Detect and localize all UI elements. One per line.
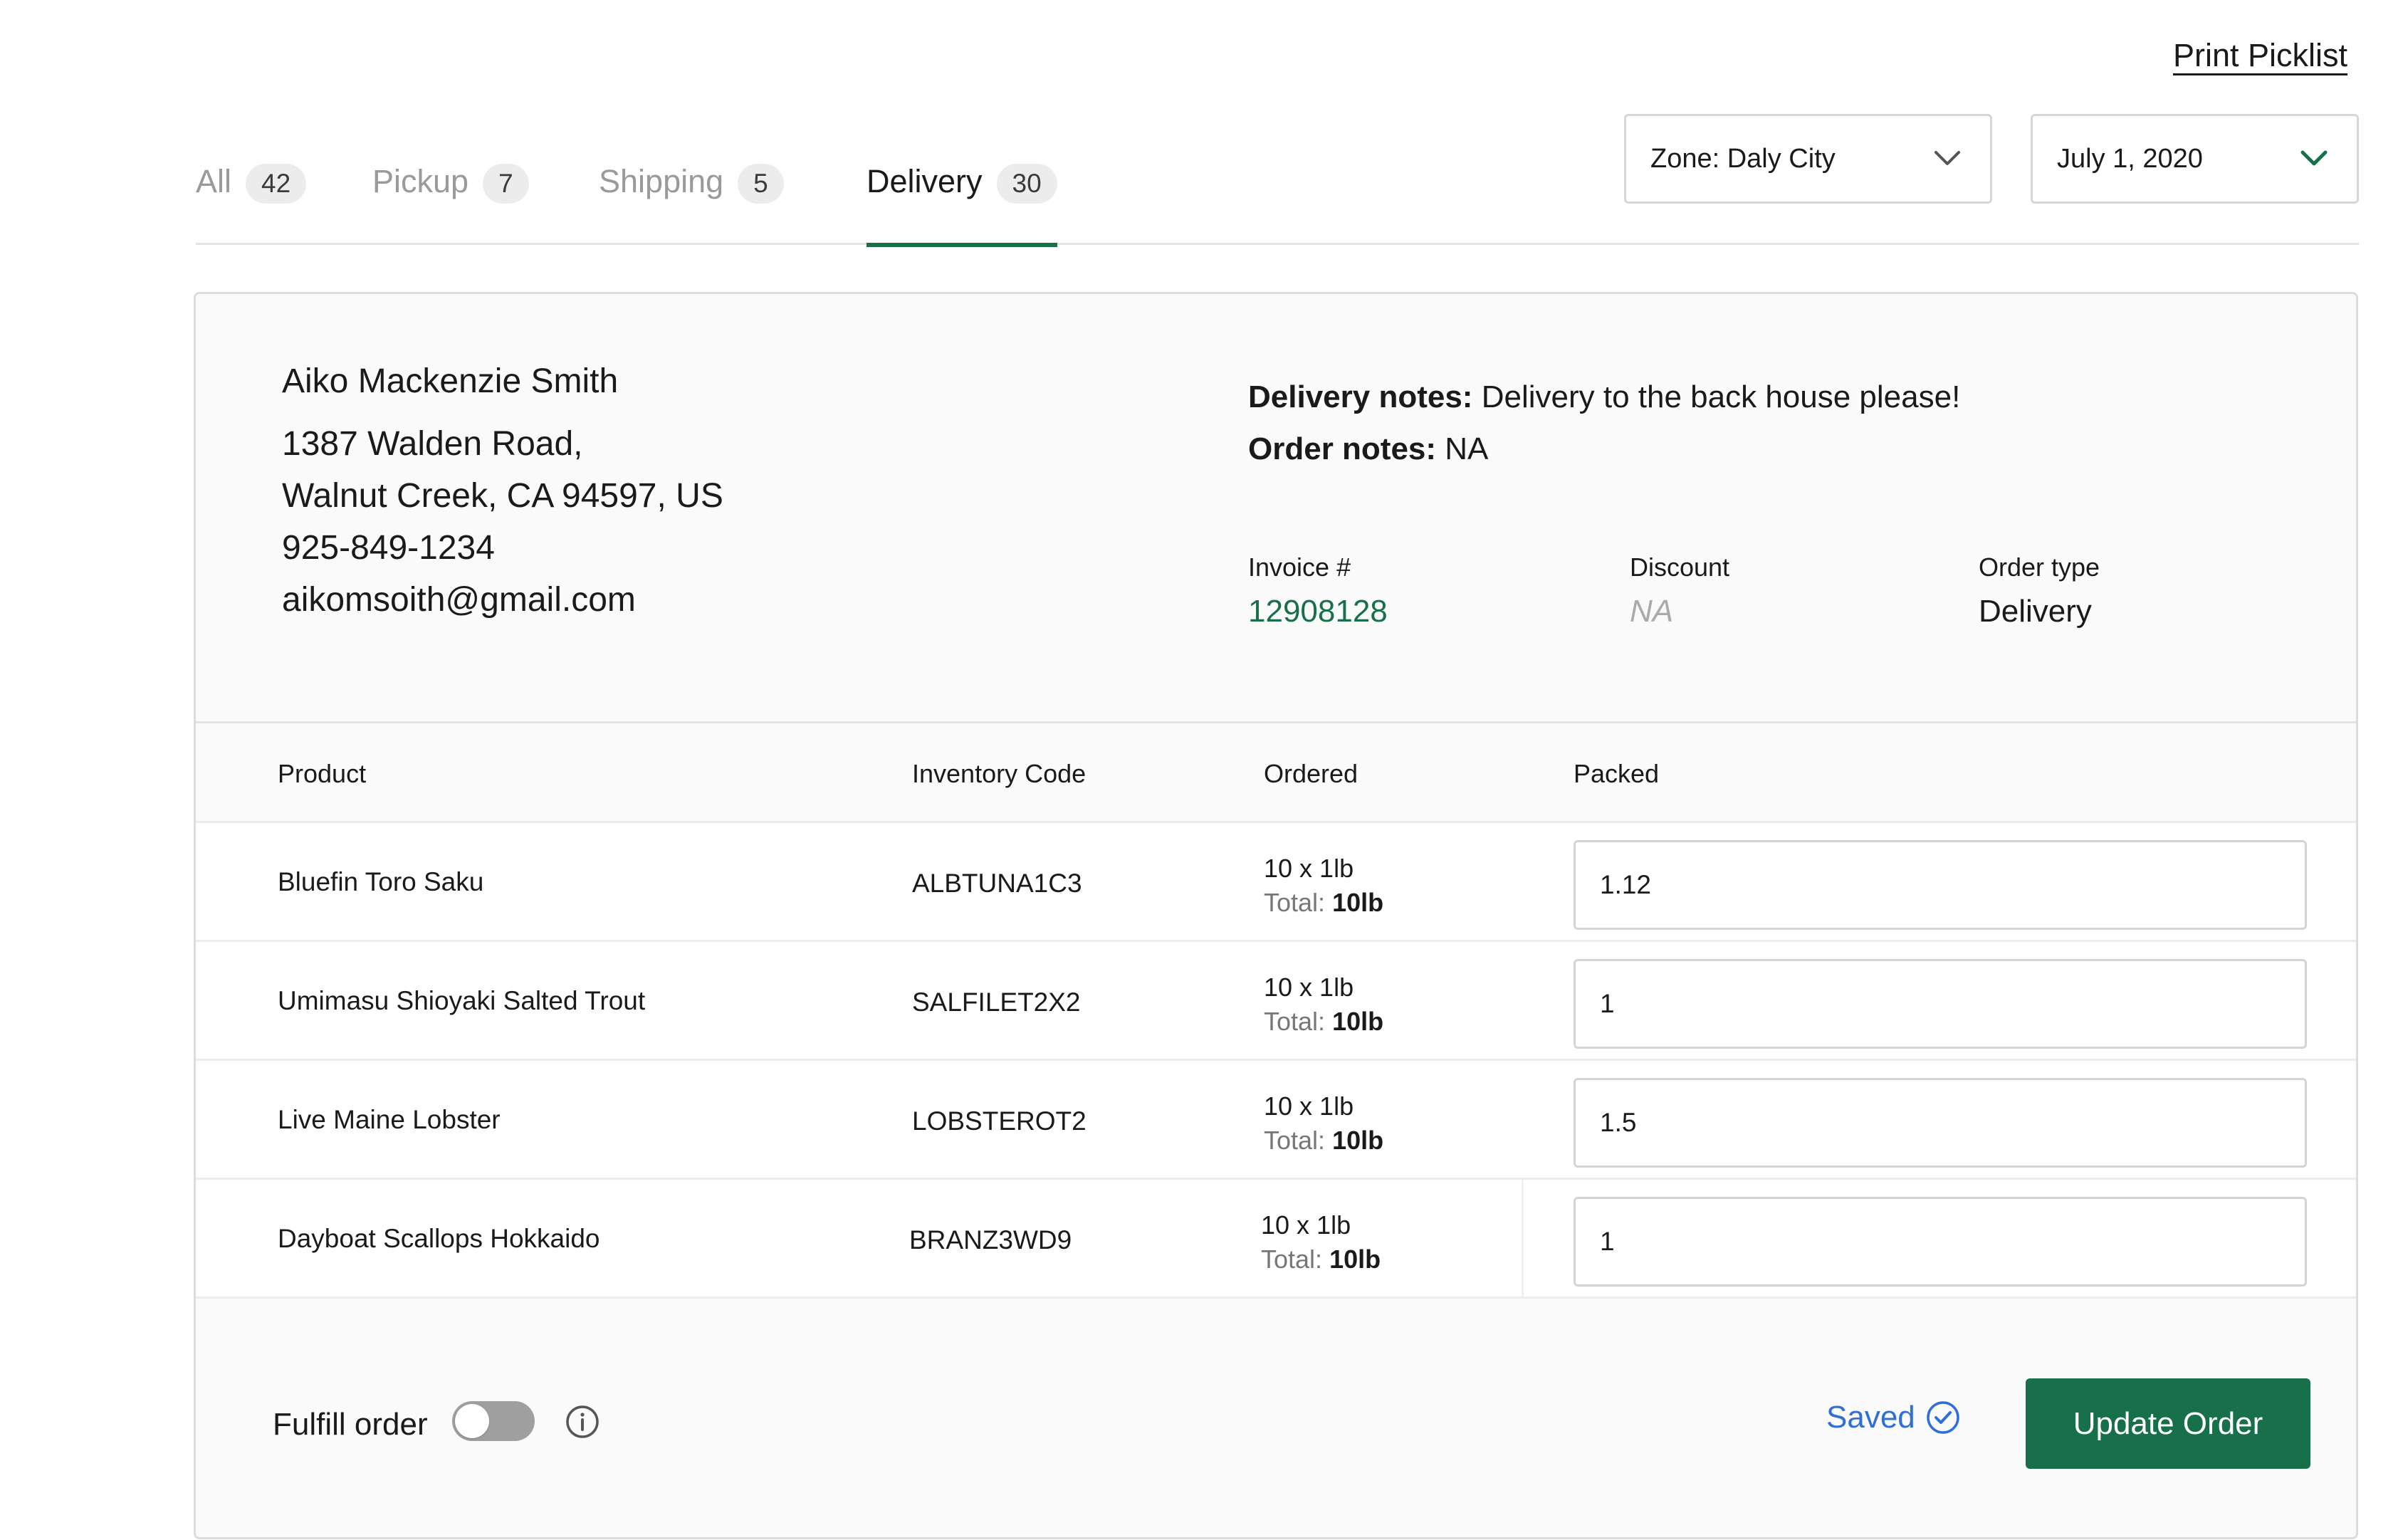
tab-count-badge: 42 (246, 164, 307, 204)
column-header-product: Product (278, 759, 367, 788)
customer-address-line1: 1387 Walden Road, (282, 425, 583, 463)
delivery-notes-label: Delivery notes: (1248, 379, 1473, 414)
delivery-notes-value: Delivery to the back house please! (1481, 379, 1961, 414)
tab-count-badge: 7 (483, 164, 529, 204)
customer-address-line2: Walnut Creek, CA 94597, US (282, 477, 723, 515)
packed-input[interactable] (1574, 840, 2307, 930)
total-value: 10lb (1329, 1245, 1381, 1274)
table-row: Live Maine Lobster LOBSTEROT2 10 x 1lb T… (196, 1061, 2356, 1180)
inventory-code: LOBSTEROT2 (912, 1106, 1087, 1136)
table-header: Product Inventory Code Ordered Packed (196, 723, 2356, 823)
ordered-units: 10 x 1lb (1264, 854, 1354, 883)
tab-delivery[interactable]: Delivery 30 (867, 150, 1057, 247)
discount-value: NA (1630, 594, 1674, 629)
order-notes-line: Order notes: NA (1248, 423, 1960, 475)
customer-email: aikomsoith@gmail.com (282, 581, 636, 619)
customer-name: Aiko Mackenzie Smith (282, 362, 619, 400)
total-label: Total: (1261, 1245, 1323, 1274)
tab-label: Pickup (372, 163, 469, 199)
column-header-packed: Packed (1574, 759, 1660, 788)
inventory-code: SALFILET2X2 (912, 988, 1081, 1017)
inventory-code: BRANZ3WD9 (909, 1225, 1072, 1254)
print-picklist-link[interactable]: Print Picklist (2173, 37, 2347, 74)
discount-label: Discount (1630, 552, 1730, 582)
saved-status: Saved (1826, 1400, 1961, 1435)
packed-input[interactable] (1574, 959, 2307, 1049)
total-label: Total: (1264, 1007, 1326, 1036)
tab-shipping[interactable]: Shipping 5 (599, 150, 784, 245)
zone-dropdown[interactable]: Zone: Daly City (1624, 114, 1992, 204)
ordered-quantity: 10 x 1lb Total: 10lb (1264, 970, 1383, 1039)
product-name: Dayboat Scallops Hokkaido (278, 1224, 600, 1253)
date-dropdown-value: July 1, 2020 (2057, 143, 2203, 174)
tab-all[interactable]: All 42 (196, 150, 307, 245)
packed-input[interactable] (1574, 1197, 2307, 1287)
ordered-units: 10 x 1lb (1264, 1091, 1354, 1121)
packed-input[interactable] (1574, 1078, 2307, 1168)
order-notes: Delivery notes: Delivery to the back hou… (1248, 371, 1960, 475)
order-items-table: Product Inventory Code Ordered Packed Bl… (196, 721, 2356, 1299)
update-order-button[interactable]: Update Order (2026, 1378, 2310, 1469)
ordered-quantity: 10 x 1lb Total: 10lb (1264, 852, 1383, 920)
tab-count-badge: 30 (996, 164, 1057, 204)
order-type-label: Order type (1979, 552, 2100, 582)
inventory-code: ALBTUNA1C3 (912, 869, 1082, 898)
tab-pickup[interactable]: Pickup 7 (372, 150, 529, 245)
toggle-knob (455, 1404, 489, 1438)
order-notes-value: NA (1445, 431, 1489, 466)
discount-field: Discount NA (1630, 552, 1729, 629)
order-notes-label: Order notes: (1248, 431, 1437, 466)
order-card: Aiko Mackenzie Smith 1387 Walden Road, W… (194, 292, 2358, 1539)
delivery-notes: Delivery notes: Delivery to the back hou… (1248, 371, 1960, 423)
order-type-field: Order type Delivery (1979, 552, 2100, 629)
customer-info: Aiko Mackenzie Smith 1387 Walden Road, W… (282, 362, 723, 626)
invoice-field: Invoice # 12908128 (1248, 552, 1388, 629)
ordered-quantity: 10 x 1lb Total: 10lb (1264, 1089, 1383, 1158)
tab-label: Delivery (867, 163, 983, 199)
order-type-value: Delivery (1979, 594, 2092, 629)
table-row: Umimasu Shioyaki Salted Trout SALFILET2X… (196, 942, 2356, 1061)
chevron-down-icon (1935, 151, 1960, 165)
invoice-number[interactable]: 12908128 (1248, 594, 1388, 629)
product-name: Bluefin Toro Saku (278, 867, 484, 896)
total-value: 10lb (1332, 888, 1384, 917)
column-header-inventory-code: Inventory Code (912, 759, 1087, 788)
tab-label: All (196, 163, 232, 199)
column-header-ordered: Ordered (1264, 759, 1358, 788)
check-circle-icon (1927, 1401, 1959, 1434)
ordered-quantity: 10 x 1lb Total: 10lb (1261, 1208, 1381, 1277)
column-divider (1522, 1180, 1524, 1297)
tab-label: Shipping (599, 163, 724, 199)
info-icon[interactable] (565, 1404, 600, 1440)
table-row: Bluefin Toro Saku ALBTUNA1C3 10 x 1lb To… (196, 823, 2356, 942)
total-label: Total: (1264, 888, 1326, 917)
order-footer: Fulfill order Saved Update Order (196, 1300, 2356, 1537)
chevron-down-icon (2300, 150, 2328, 166)
fulfill-order-toggle[interactable] (452, 1401, 535, 1441)
invoice-label: Invoice # (1248, 552, 1351, 582)
table-row: Dayboat Scallops Hokkaido BRANZ3WD9 10 x… (196, 1180, 2356, 1299)
tab-count-badge: 5 (738, 164, 784, 204)
product-name: Live Maine Lobster (278, 1105, 501, 1134)
total-value: 10lb (1332, 1007, 1384, 1036)
date-dropdown[interactable]: July 1, 2020 (2031, 114, 2359, 204)
product-name: Umimasu Shioyaki Salted Trout (278, 986, 646, 1015)
zone-dropdown-value: Zone: Daly City (1650, 143, 1836, 174)
saved-label: Saved (1826, 1400, 1915, 1435)
total-value: 10lb (1332, 1126, 1384, 1155)
fulfill-order-label: Fulfill order (273, 1407, 428, 1442)
total-label: Total: (1264, 1126, 1326, 1155)
ordered-units: 10 x 1lb (1264, 973, 1354, 1002)
ordered-units: 10 x 1lb (1261, 1210, 1351, 1240)
customer-phone: 925-849-1234 (282, 529, 495, 567)
